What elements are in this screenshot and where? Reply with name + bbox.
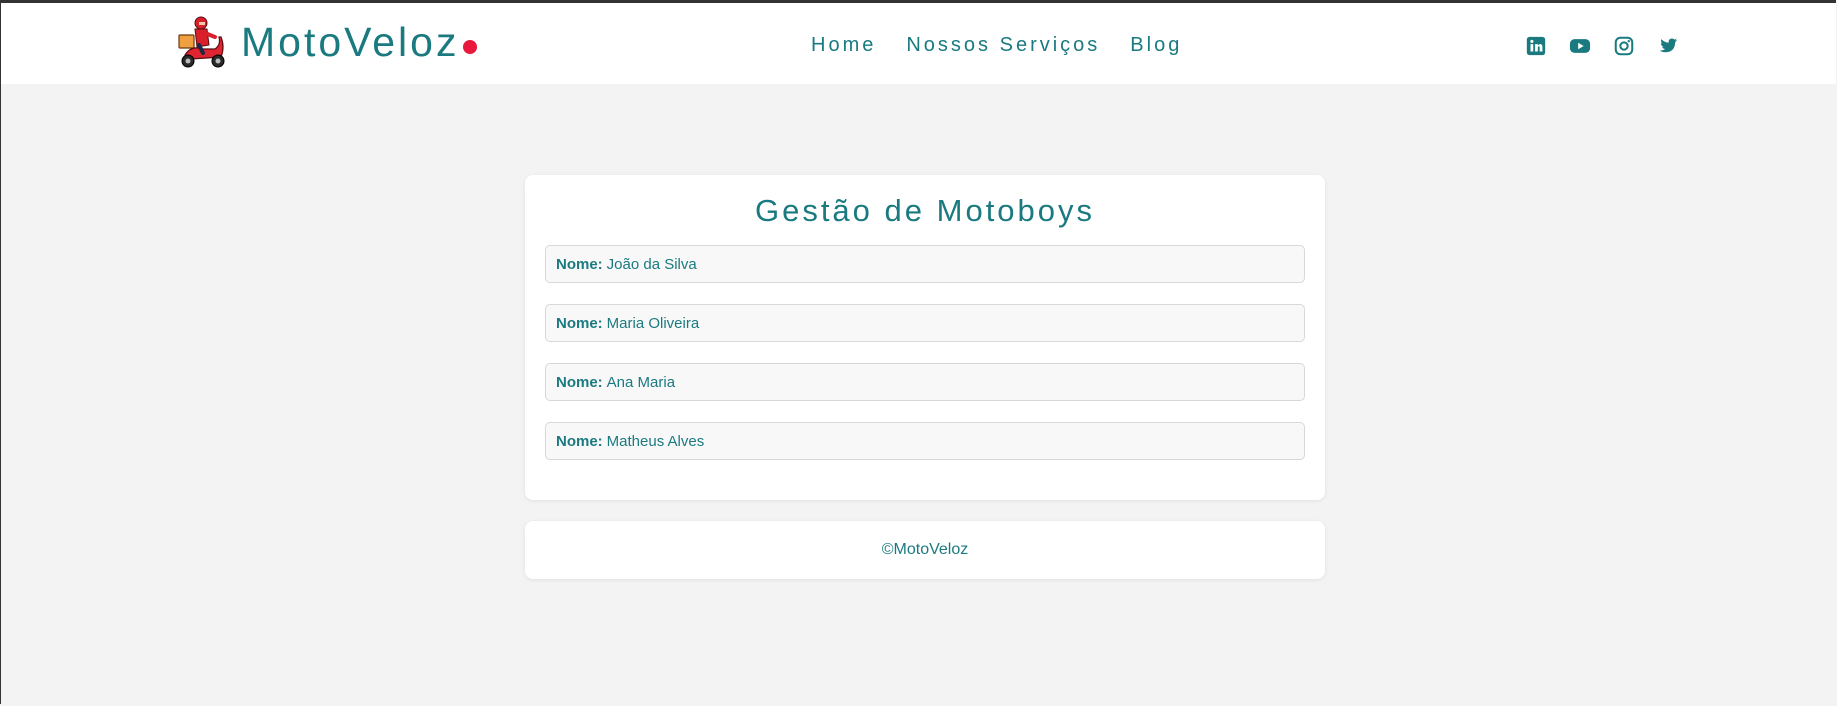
name-label: Nome: [556, 432, 603, 450]
linkedin-icon[interactable] [1525, 35, 1547, 57]
nav-link-blog[interactable]: Blog [1130, 34, 1182, 57]
motoboy-name: Matheus Alves [606, 432, 705, 450]
nav-link-services[interactable]: Nossos Serviços [906, 34, 1100, 57]
page-title: Gestão de Motoboys [754, 193, 1096, 228]
nav-link-home[interactable]: Home [811, 34, 876, 57]
list-item[interactable]: Nome: João da Silva [545, 245, 1305, 283]
copyright-text: ©MotoVeloz [881, 541, 969, 558]
name-label: Nome: [556, 314, 603, 332]
instagram-icon[interactable] [1613, 35, 1635, 57]
twitter-icon[interactable] [1657, 35, 1679, 57]
name-label: Nome: [556, 373, 603, 391]
site-header: MotoVeloz Home Nossos Serviços Blog [1, 3, 1836, 84]
list-item[interactable]: Nome: Matheus Alves [545, 422, 1305, 460]
brand-name: MotoVeloz [241, 19, 460, 65]
motoboy-name: Ana Maria [606, 373, 676, 391]
social-links [1525, 35, 1701, 57]
motoboy-name: Maria Oliveira [606, 314, 700, 332]
brand-dot [463, 39, 478, 54]
brand[interactable]: MotoVeloz [177, 15, 478, 70]
site-footer: ©MotoVeloz [525, 521, 1325, 579]
name-label: Nome: [556, 255, 603, 273]
motoboys-card: Gestão de Motoboys Nome: João da Silva N… [525, 175, 1325, 500]
motoboy-name: João da Silva [606, 255, 697, 273]
motoboys-list: Nome: João da Silva Nome: Maria Oliveira… [545, 245, 1305, 481]
scooter-delivery-icon [178, 16, 225, 68]
list-item[interactable]: Nome: Ana Maria [545, 363, 1305, 401]
list-item[interactable]: Nome: Maria Oliveira [545, 304, 1305, 342]
youtube-icon[interactable] [1569, 35, 1591, 57]
page-frame: MotoVeloz Home Nossos Serviços Blog Gest… [0, 0, 1836, 704]
main-nav: Home Nossos Serviços Blog [811, 34, 1212, 57]
